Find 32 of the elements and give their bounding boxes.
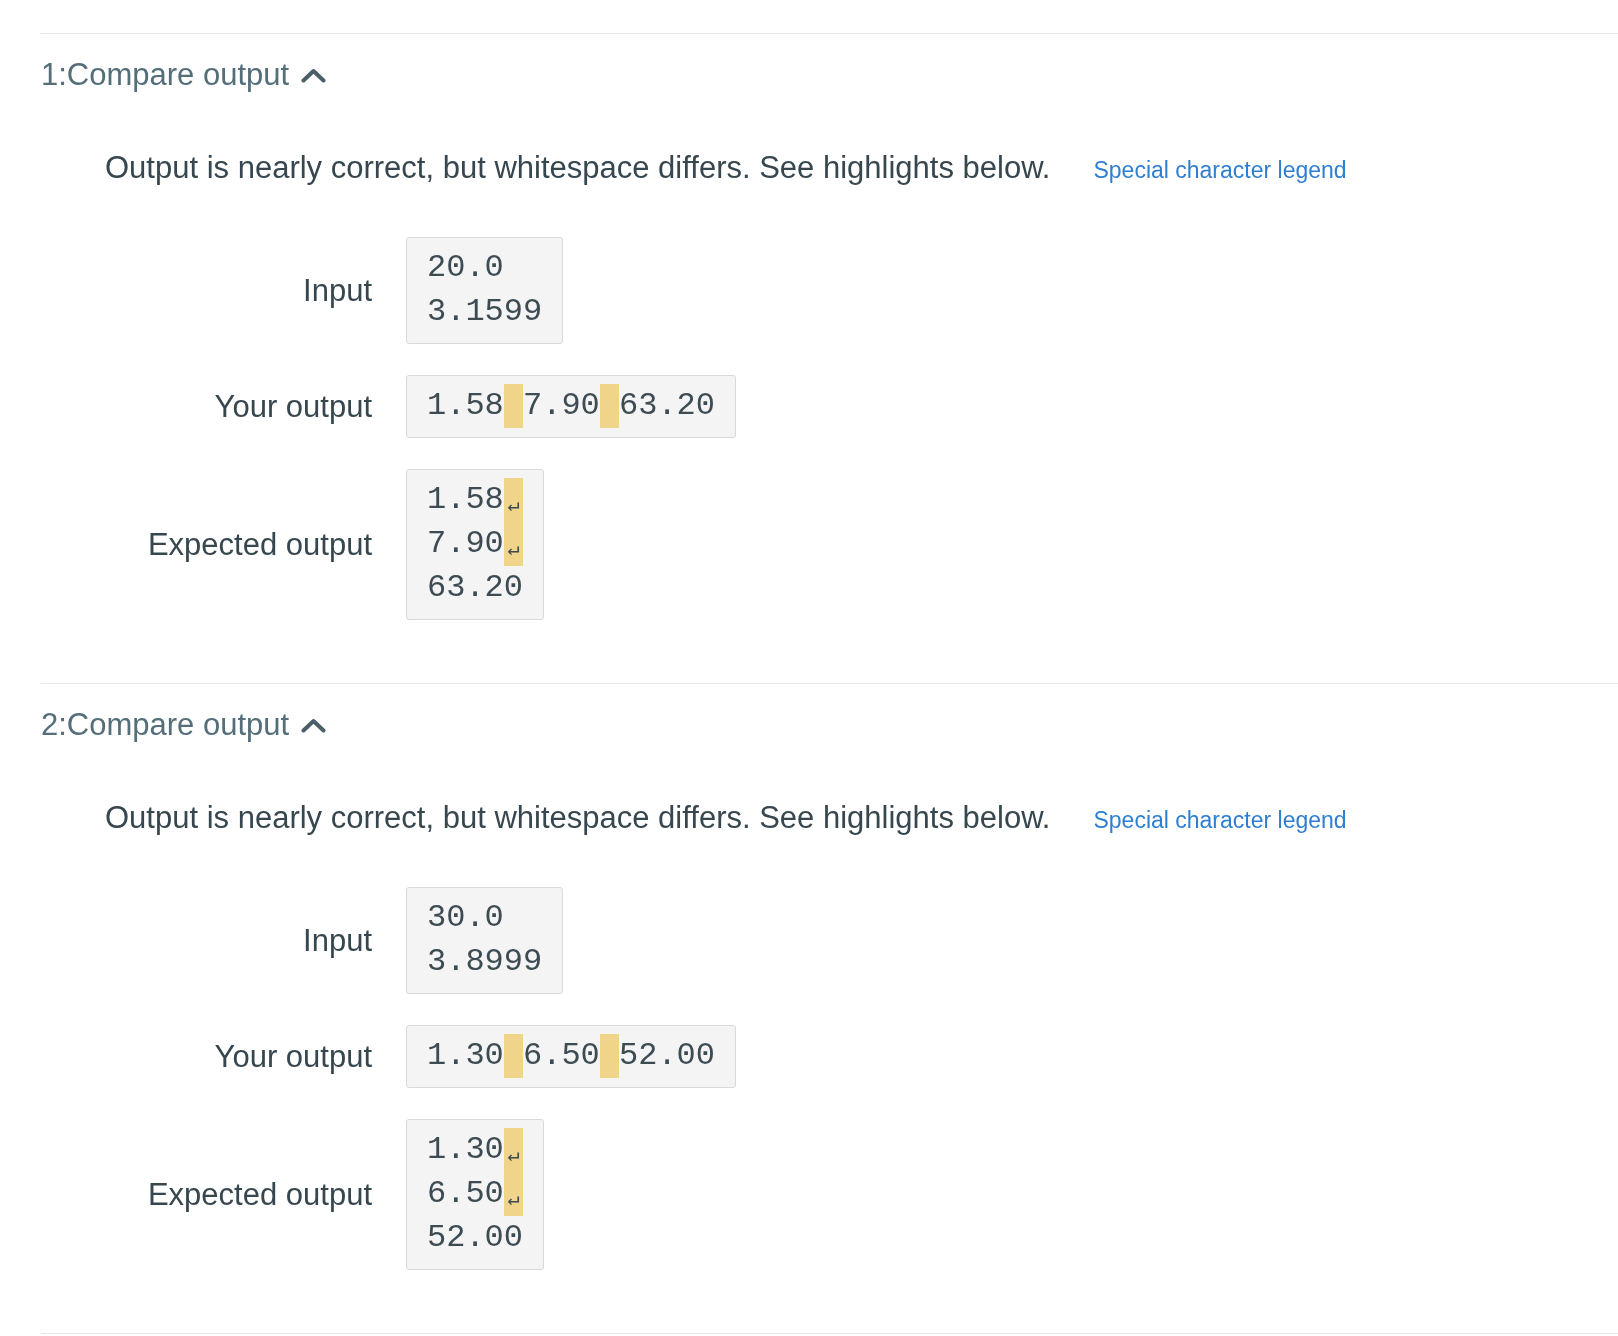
code-text: 52.00 (619, 1037, 715, 1074)
code-text: 6.50 (427, 1175, 504, 1212)
row-label: Expected output (147, 1175, 372, 1214)
return-symbol: ↵ (503, 1172, 523, 1216)
code-text: 30.0 (427, 899, 504, 936)
section-toggle[interactable]: 1:Compare output (41, 55, 327, 95)
row-label: Your output (214, 1037, 372, 1076)
code-text: 1.58 (427, 387, 504, 424)
row-label: Expected output (147, 525, 372, 564)
legend-link[interactable]: Special character legend (1093, 150, 1347, 190)
section-toggle[interactable]: 2:Compare output (41, 705, 327, 745)
code-text: 6.50 (523, 1037, 600, 1074)
code-text: 63.20 (619, 387, 715, 424)
code-text: 3.1599 (427, 293, 543, 330)
return-symbol: ↵ (503, 1128, 523, 1172)
row-label: Input (303, 921, 372, 960)
row-label: Input (303, 271, 372, 310)
code-text: 1.58 (427, 481, 504, 518)
code-text: 1.30 (427, 1131, 504, 1168)
return-symbol: ↵ (503, 522, 523, 566)
code-text: 1.30 (427, 1037, 504, 1074)
result-message: Output is nearly correct, but whitespace differs. See highlights below. (105, 799, 1051, 837)
code-text: 63.20 (427, 569, 523, 606)
code-text: 7.90 (427, 525, 504, 562)
return-symbol: ↵ (503, 478, 523, 522)
result-message: Output is nearly correct, but whitespace differs. See highlights below. (105, 149, 1051, 187)
code-text: 3.8999 (427, 943, 543, 980)
code-text: 52.00 (427, 1219, 523, 1256)
legend-link[interactable]: Special character legend (1093, 800, 1347, 840)
code-text: 7.90 (523, 387, 600, 424)
row-label: Your output (214, 387, 372, 426)
code-text: 20.0 (427, 249, 504, 286)
